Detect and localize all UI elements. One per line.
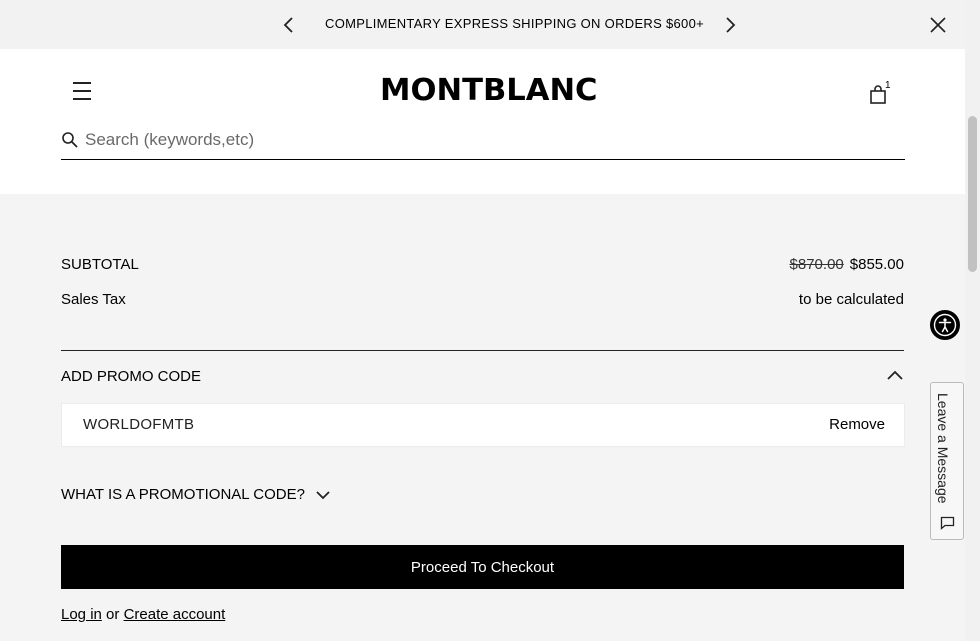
subtotal-value-group: $870.00 $855.00 <box>790 256 904 273</box>
brand-logo[interactable]: MONTBLANC <box>380 73 598 108</box>
close-icon[interactable] <box>929 16 947 34</box>
log-in-link[interactable]: Log in <box>61 606 102 623</box>
accessibility-button[interactable] <box>930 310 960 340</box>
scrollbar-thumb[interactable] <box>968 116 977 272</box>
search-bar <box>61 124 905 160</box>
remove-promo-button[interactable]: Remove <box>829 416 885 433</box>
chevron-right-icon[interactable] <box>723 16 737 34</box>
hamburger-menu-icon[interactable] <box>73 82 91 100</box>
promo-code-toggle[interactable]: ADD PROMO CODE <box>61 368 904 388</box>
summary-divider <box>61 350 904 351</box>
cart-count-badge: 1 <box>885 80 891 91</box>
leave-message-widget[interactable]: Leave a Message <box>930 382 964 540</box>
proceed-to-checkout-button[interactable]: Proceed To Checkout <box>61 545 904 589</box>
account-links: Log in or Create account <box>61 606 225 623</box>
sales-tax-value: to be calculated <box>798 291 904 308</box>
applied-promo-code: WORLDOFMTB Remove <box>61 403 905 447</box>
what-is-promo-code-toggle[interactable]: WHAT IS A PROMOTIONAL CODE? <box>61 486 331 503</box>
original-price: $870.00 <box>789 256 844 273</box>
chevron-up-icon <box>887 370 903 380</box>
or-text: or <box>106 606 120 623</box>
subtotal-label: SUBTOTAL <box>61 256 139 273</box>
chat-bubble-icon <box>940 516 955 530</box>
banner-message: COMPLIMENTARY EXPRESS SHIPPING ON ORDERS… <box>325 16 704 31</box>
promo-code-value: WORLDOFMTB <box>83 416 195 433</box>
sales-tax-label: Sales Tax <box>61 291 126 308</box>
search-input[interactable] <box>85 124 885 156</box>
leave-message-label: Leave a Message <box>935 393 951 504</box>
announcement-banner: COMPLIMENTARY EXPRESS SHIPPING ON ORDERS… <box>0 0 965 49</box>
create-account-link[interactable]: Create account <box>124 606 226 623</box>
promo-code-title: ADD PROMO CODE <box>61 368 202 385</box>
site-header <box>0 49 965 194</box>
subtotal-price: $855.00 <box>849 256 904 273</box>
chevron-left-icon[interactable] <box>282 16 296 34</box>
page-scrollbar[interactable] <box>965 0 980 641</box>
chevron-down-icon <box>316 491 330 500</box>
what-is-promo-code-label: WHAT IS A PROMOTIONAL CODE? <box>61 486 305 503</box>
accessibility-icon <box>933 313 957 337</box>
search-icon <box>62 132 78 148</box>
